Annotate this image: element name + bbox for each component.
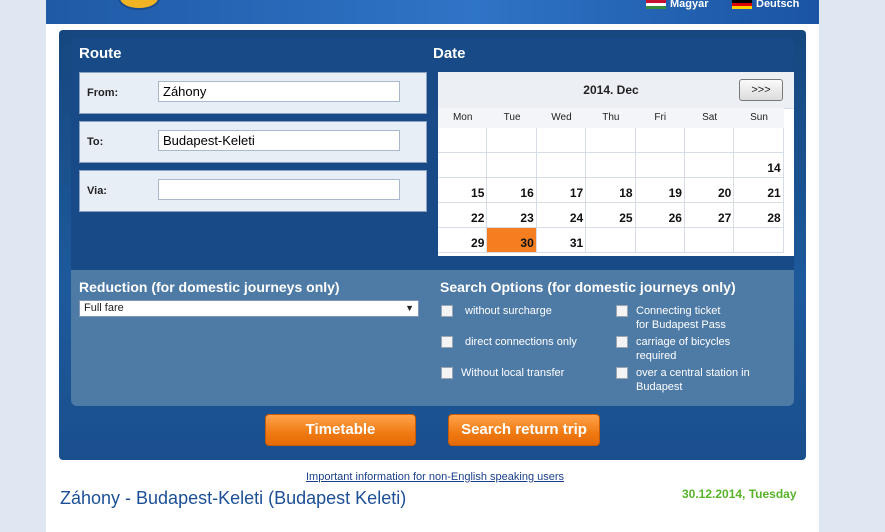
calendar-day[interactable]: 29 xyxy=(438,228,488,253)
checkbox[interactable] xyxy=(441,367,453,379)
weekday-header: Sat xyxy=(684,108,735,128)
checkbox[interactable] xyxy=(441,336,453,348)
from-field: From: xyxy=(79,72,427,114)
weekday-header: Wed xyxy=(536,108,587,128)
calendar-empty-cell xyxy=(438,153,488,178)
to-input[interactable] xyxy=(158,130,400,151)
option-label: over a central station in Budapest xyxy=(636,367,750,393)
calendar-header: 2014. Dec >>> xyxy=(438,72,794,109)
calendar-day[interactable]: 24 xyxy=(536,203,587,228)
option-label: without surcharge xyxy=(465,305,552,317)
calendar-empty-cell xyxy=(684,153,735,178)
germany-flag-icon xyxy=(732,0,752,9)
top-banner: Magyar Deutsch xyxy=(46,0,819,24)
calendar-empty-cell xyxy=(635,228,685,253)
option-connecting-ticket[interactable]: Connecting ticket for Budapest Pass xyxy=(616,304,726,332)
calendar-empty-cell xyxy=(734,128,784,153)
calendar-day[interactable]: 26 xyxy=(635,203,685,228)
calendar-empty-cell xyxy=(734,228,784,253)
calendar-empty-cell xyxy=(586,153,636,178)
option-without-local-transfer[interactable]: Without local transfer xyxy=(441,366,564,380)
calendar-day[interactable]: 16 xyxy=(487,178,537,203)
calendar-empty-cell xyxy=(438,128,488,153)
checkbox[interactable] xyxy=(616,367,628,379)
reduction-heading: Reduction (for domestic journeys only) xyxy=(79,279,340,295)
calendar-empty-cell xyxy=(586,128,636,153)
option-label: Without local transfer xyxy=(461,367,565,379)
calendar-day[interactable]: 30 xyxy=(487,228,537,253)
from-label: From: xyxy=(87,87,119,99)
calendar-day[interactable]: 20 xyxy=(684,178,735,203)
calendar-day[interactable]: 25 xyxy=(586,203,636,228)
hungary-flag-icon xyxy=(646,0,666,9)
date-heading: Date xyxy=(433,45,466,62)
language-hungarian[interactable]: Magyar xyxy=(646,0,709,10)
option-without-surcharge[interactable]: without surcharge xyxy=(441,304,552,318)
weekday-header: Fri xyxy=(635,108,685,128)
calendar-day[interactable]: 14 xyxy=(734,153,784,178)
calendar-empty-cell xyxy=(635,128,685,153)
calendar-empty-cell xyxy=(684,128,735,153)
calendar-day[interactable]: 31 xyxy=(536,228,587,253)
date-calendar: 2014. Dec >>> Mon Tue Wed Thu Fri Sat Sun 14 15 1… xyxy=(438,72,794,256)
calendar-grid: Mon Tue Wed Thu Fri Sat Sun 14 15 16 17 18 19 20 21 22 2… xyxy=(438,108,784,253)
calendar-day[interactable]: 27 xyxy=(684,203,735,228)
via-input[interactable] xyxy=(158,179,400,200)
next-month-button[interactable]: >>> xyxy=(739,79,783,101)
to-label: To: xyxy=(87,136,104,148)
search-options-heading: Search Options (for domestic journeys on… xyxy=(440,279,736,295)
route-summary-title: Záhony - Budapest-Keleti (Budapest Kelet… xyxy=(60,488,407,508)
calendar-empty-cell xyxy=(536,153,587,178)
route-heading: Route xyxy=(79,45,122,62)
weekday-header: Sun xyxy=(734,108,784,128)
calendar-day[interactable]: 17 xyxy=(536,178,587,203)
chevron-down-icon: ▼ xyxy=(405,303,414,313)
weekday-header: Thu xyxy=(586,108,636,128)
calendar-empty-cell xyxy=(536,128,587,153)
option-bicycle-carriage[interactable]: carriage of bicycles required xyxy=(616,335,730,363)
option-direct-connections[interactable]: direct connections only xyxy=(441,335,577,349)
to-field: To: xyxy=(79,121,427,163)
option-label: direct connections only xyxy=(465,336,577,348)
non-english-info-link[interactable]: Important information for non-English sp… xyxy=(306,471,564,483)
option-central-station[interactable]: over a central station in Budapest xyxy=(616,366,750,394)
calendar-empty-cell xyxy=(487,153,537,178)
calendar-day[interactable]: 21 xyxy=(734,178,784,203)
search-return-trip-button[interactable]: Search return trip xyxy=(448,414,600,446)
calendar-day[interactable]: 23 xyxy=(487,203,537,228)
language-german[interactable]: Deutsch xyxy=(732,0,799,10)
checkbox[interactable] xyxy=(441,305,453,317)
reduction-selected-value: Full fare xyxy=(84,302,124,314)
weekday-header: Tue xyxy=(487,108,537,128)
reduction-select[interactable]: Full fare ▼ xyxy=(79,300,419,317)
calendar-day[interactable]: 22 xyxy=(438,203,488,228)
calendar-day[interactable]: 28 xyxy=(734,203,784,228)
weekday-header: Mon xyxy=(438,108,488,128)
from-input[interactable] xyxy=(158,81,400,102)
calendar-day[interactable]: 18 xyxy=(586,178,636,203)
calendar-empty-cell xyxy=(635,153,685,178)
route-summary-date: 30.12.2014, Tuesday xyxy=(682,487,797,501)
calendar-month-title: 2014. Dec xyxy=(583,83,639,97)
language-label: Magyar xyxy=(670,0,709,10)
checkbox[interactable] xyxy=(616,305,628,317)
via-label: Via: xyxy=(87,185,107,197)
checkbox[interactable] xyxy=(616,336,628,348)
via-field: Via: xyxy=(79,170,427,212)
logo xyxy=(118,0,160,10)
language-label: Deutsch xyxy=(756,0,800,10)
calendar-day[interactable]: 15 xyxy=(438,178,488,203)
timetable-button[interactable]: Timetable xyxy=(265,414,416,446)
calendar-empty-cell xyxy=(586,228,636,253)
calendar-empty-cell xyxy=(487,128,537,153)
calendar-day[interactable]: 19 xyxy=(635,178,685,203)
option-label: Connecting ticket for Budapest Pass xyxy=(636,305,726,331)
option-label: carriage of bicycles required xyxy=(636,336,731,362)
calendar-empty-cell xyxy=(684,228,735,253)
